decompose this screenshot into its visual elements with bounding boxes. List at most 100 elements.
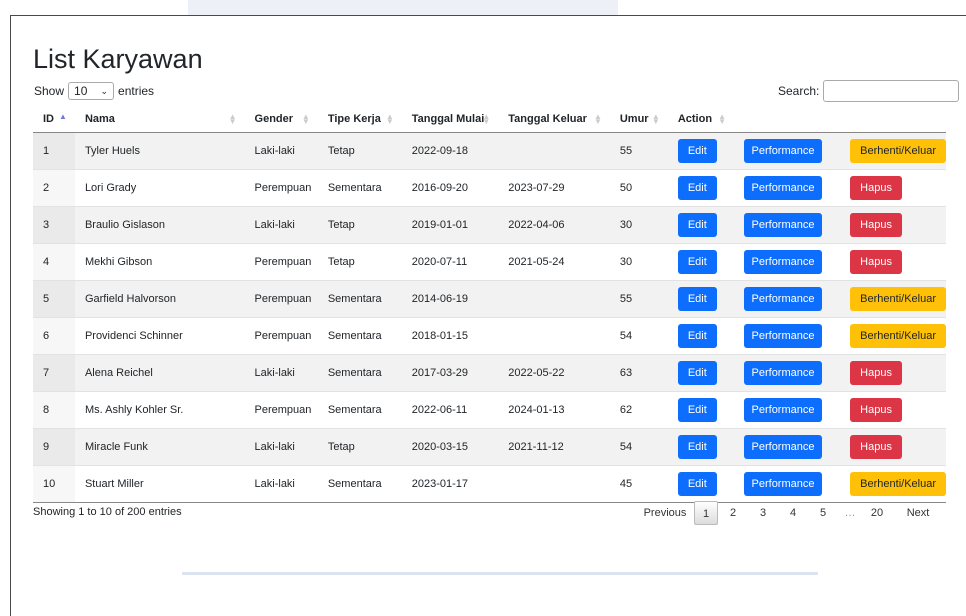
- cell-tipe-kerja: Sementara: [317, 391, 402, 429]
- cell-action: Hapus: [840, 428, 946, 466]
- edit-button[interactable]: Edit: [677, 324, 717, 348]
- cell-gender: Laki-laki: [244, 354, 318, 392]
- performance-button[interactable]: Performance: [744, 361, 823, 385]
- sort-asc-icon: ▲: [59, 112, 67, 121]
- hapus-button[interactable]: Hapus: [850, 398, 902, 422]
- edit-button[interactable]: Edit: [677, 213, 717, 237]
- cell-tanggal-keluar: 2021-05-24: [498, 243, 610, 281]
- column-header-empty: [734, 106, 841, 133]
- edit-button[interactable]: Edit: [677, 250, 717, 274]
- pagination-page[interactable]: 2: [718, 501, 748, 525]
- cell-tipe-kerja: Sementara: [317, 317, 402, 355]
- cell-tipe-kerja: Tetap: [317, 243, 402, 281]
- berhenti-keluar-button[interactable]: Berhenti/Keluar: [850, 472, 946, 496]
- pagination-page[interactable]: 4: [778, 501, 808, 525]
- cell-nama: Stuart Miller: [74, 465, 245, 503]
- cell-tanggal-keluar: 2021-11-12: [498, 428, 610, 466]
- pagination-next[interactable]: Next: [898, 501, 938, 525]
- cell-performance: Performance: [734, 243, 841, 281]
- edit-button[interactable]: Edit: [677, 472, 717, 496]
- edit-button[interactable]: Edit: [677, 176, 717, 200]
- performance-button[interactable]: Performance: [744, 472, 823, 496]
- cell-tipe-kerja: Sementara: [317, 465, 402, 503]
- pagination-page[interactable]: 5: [808, 501, 838, 525]
- column-header-tanggal-mulai[interactable]: Tanggal Mulai ▲ ▼: [401, 106, 499, 133]
- search-input[interactable]: [823, 80, 960, 102]
- cell-action: Hapus: [840, 169, 946, 207]
- cell-edit: Edit: [667, 428, 735, 466]
- entries-select[interactable]: 10 ⌄: [68, 82, 115, 100]
- cell-id: 5: [33, 280, 75, 318]
- cell-id: 2: [33, 169, 75, 207]
- performance-button[interactable]: Performance: [744, 250, 823, 274]
- pagination-page-current[interactable]: 1: [694, 501, 718, 525]
- column-header-tanggal-keluar[interactable]: Tanggal Keluar ▲ ▼: [498, 106, 610, 133]
- cell-edit: Edit: [667, 391, 735, 429]
- edit-button[interactable]: Edit: [677, 139, 717, 163]
- hapus-button[interactable]: Hapus: [850, 361, 902, 385]
- column-header-tipe-kerja[interactable]: Tipe Kerja ▲ ▼: [317, 106, 402, 133]
- performance-button[interactable]: Performance: [744, 213, 823, 237]
- cell-umur: 54: [609, 317, 668, 355]
- cell-tanggal-mulai: 2022-06-11: [401, 391, 499, 429]
- column-header-id[interactable]: ID ▲: [33, 106, 75, 133]
- cell-tipe-kerja: Sementara: [317, 169, 402, 207]
- cell-tanggal-keluar: 2024-01-13: [498, 391, 610, 429]
- cell-edit: Edit: [667, 354, 735, 392]
- cell-umur: 55: [609, 132, 668, 170]
- edit-button[interactable]: Edit: [677, 361, 717, 385]
- sort-arrows-icon: ▲ ▼: [718, 112, 727, 126]
- hapus-button[interactable]: Hapus: [850, 435, 902, 459]
- hapus-button[interactable]: Hapus: [850, 176, 902, 200]
- performance-button[interactable]: Performance: [744, 435, 823, 459]
- cell-id: 1: [33, 132, 75, 170]
- cell-nama: Tyler Huels: [74, 132, 245, 170]
- cell-edit: Edit: [667, 206, 735, 244]
- cell-edit: Edit: [667, 169, 735, 207]
- cell-performance: Performance: [734, 169, 841, 207]
- pagination-page[interactable]: 3: [748, 501, 778, 525]
- performance-button[interactable]: Performance: [744, 176, 823, 200]
- cell-gender: Perempuan: [244, 317, 318, 355]
- cell-tipe-kerja: Tetap: [317, 206, 402, 244]
- performance-button[interactable]: Performance: [744, 398, 823, 422]
- table-row: 5 Garfield Halvorson Perempuan Sementara…: [33, 280, 946, 318]
- table-row: 10 Stuart Miller Laki-laki Sementara 202…: [33, 465, 946, 503]
- cell-id: 6: [33, 317, 75, 355]
- cell-tipe-kerja: Sementara: [317, 280, 402, 318]
- column-header-action[interactable]: Action ▲ ▼: [667, 106, 735, 133]
- berhenti-keluar-button[interactable]: Berhenti/Keluar: [850, 324, 946, 348]
- column-header-gender[interactable]: Gender ▲ ▼: [244, 106, 318, 133]
- cell-gender: Perempuan: [244, 280, 318, 318]
- pagination-previous[interactable]: Previous: [640, 501, 690, 525]
- edit-button[interactable]: Edit: [677, 287, 717, 311]
- cell-nama: Miracle Funk: [74, 428, 245, 466]
- cell-tipe-kerja: Tetap: [317, 132, 402, 170]
- performance-button[interactable]: Performance: [744, 324, 823, 348]
- cell-edit: Edit: [667, 317, 735, 355]
- pagination: Previous 1 2 3 4 5 … 20 Next: [640, 501, 938, 525]
- hapus-button[interactable]: Hapus: [850, 213, 902, 237]
- performance-button[interactable]: Performance: [744, 287, 823, 311]
- cell-id: 9: [33, 428, 75, 466]
- cell-gender: Laki-laki: [244, 428, 318, 466]
- column-header-nama[interactable]: Nama ▲ ▼: [74, 106, 245, 133]
- cell-nama: Ms. Ashly Kohler Sr.: [74, 391, 245, 429]
- performance-button[interactable]: Performance: [744, 139, 823, 163]
- edit-button[interactable]: Edit: [677, 435, 717, 459]
- table-row: 4 Mekhi Gibson Perempuan Tetap 2020-07-1…: [33, 243, 946, 281]
- berhenti-keluar-button[interactable]: Berhenti/Keluar: [850, 139, 946, 163]
- cell-action: Berhenti/Keluar: [840, 465, 946, 503]
- cell-action: Berhenti/Keluar: [840, 317, 946, 355]
- column-header-umur[interactable]: Umur ▲ ▼: [609, 106, 668, 133]
- search-box: Search:: [778, 80, 960, 102]
- cell-umur: 63: [609, 354, 668, 392]
- berhenti-keluar-button[interactable]: Berhenti/Keluar: [850, 287, 946, 311]
- entries-select-value: 10: [74, 84, 88, 98]
- hapus-button[interactable]: Hapus: [850, 250, 902, 274]
- edit-button[interactable]: Edit: [677, 398, 717, 422]
- cell-nama: Garfield Halvorson: [74, 280, 245, 318]
- pagination-page-last[interactable]: 20: [862, 501, 892, 525]
- cell-performance: Performance: [734, 428, 841, 466]
- cell-nama: Alena Reichel: [74, 354, 245, 392]
